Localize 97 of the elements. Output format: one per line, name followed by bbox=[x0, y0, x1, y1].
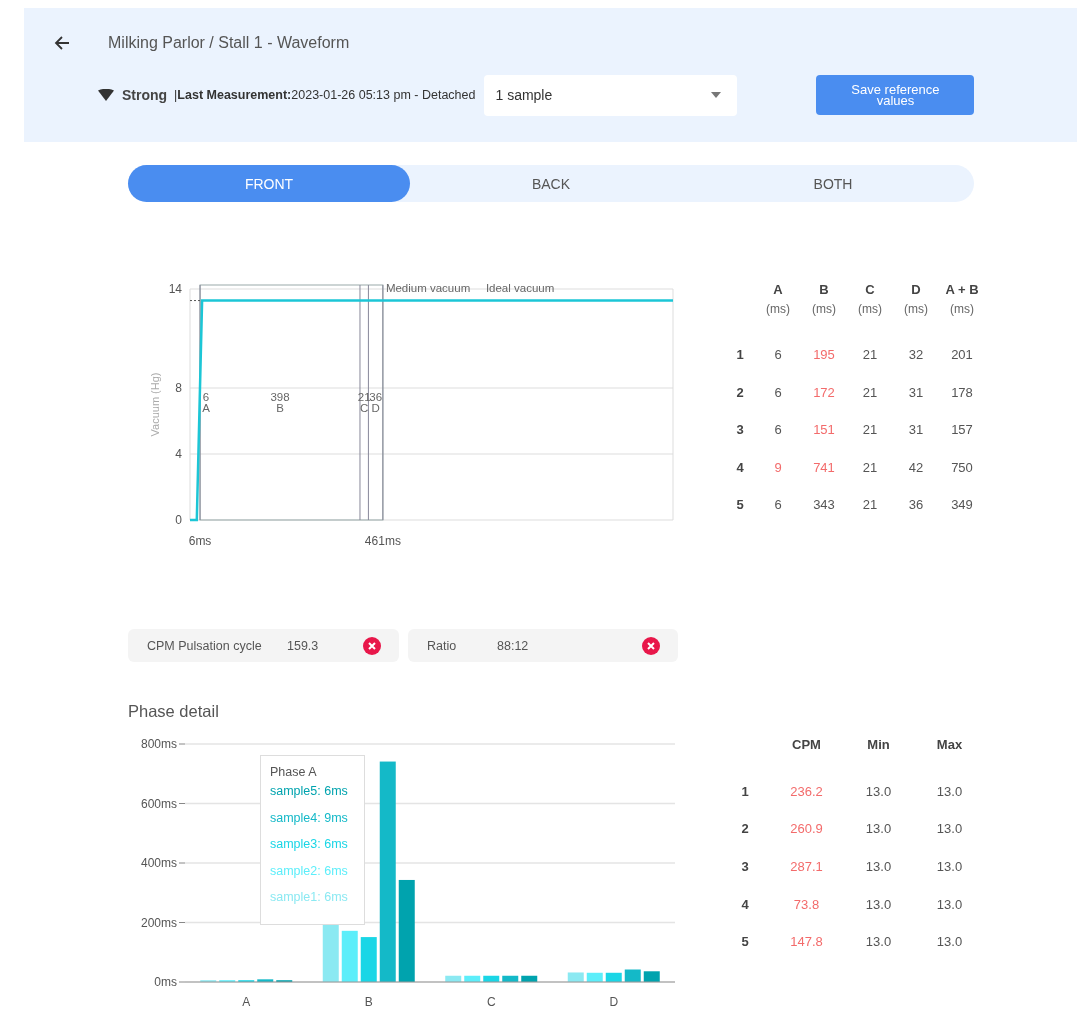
table-cell: 21 bbox=[862, 384, 878, 400]
table-cell: 750 bbox=[951, 459, 973, 475]
table-cell: 42 bbox=[908, 459, 924, 475]
column-header: Max bbox=[936, 736, 963, 754]
signal-strength: Strong bbox=[122, 87, 168, 103]
chart-annotation: C bbox=[360, 402, 369, 414]
tooltip-entry: sample4: 9ms bbox=[270, 810, 349, 827]
column-header: CPM bbox=[792, 736, 821, 754]
table-cell: 157 bbox=[951, 422, 973, 438]
row-number: 1 bbox=[741, 783, 749, 799]
y-tick-label: 200ms bbox=[140, 915, 177, 930]
column-header: A (ms) bbox=[766, 281, 790, 318]
chart-annotation: Medium vacuum bbox=[385, 282, 471, 294]
table-cell: 31 bbox=[908, 422, 924, 438]
chart-annotation: 36 bbox=[369, 391, 383, 403]
x-tick-label: C bbox=[486, 995, 496, 1009]
chart-annotation: B bbox=[276, 402, 284, 414]
table-cell: 32 bbox=[908, 347, 924, 363]
table-cell: 13.0 bbox=[865, 783, 892, 799]
table-cell: 13.0 bbox=[936, 821, 963, 837]
chart-annotation: 398 bbox=[270, 391, 290, 403]
table-cell: 6 bbox=[774, 347, 782, 363]
table-cell: 21 bbox=[862, 459, 878, 475]
metric-value: 88:12 bbox=[497, 638, 530, 653]
table-cell: 73.8 bbox=[793, 896, 820, 912]
chart-annotation: Ideal vacuum bbox=[485, 282, 555, 294]
x-tick-label: 461ms bbox=[364, 534, 401, 548]
x-tick-label: 6ms bbox=[188, 534, 212, 548]
table-cell: 9 bbox=[774, 459, 782, 475]
section-title: Phase detail bbox=[128, 702, 220, 721]
row-number: 4 bbox=[741, 896, 749, 912]
y-tick-label: 14 bbox=[168, 282, 182, 296]
table-cell: 13.0 bbox=[936, 859, 963, 875]
table-cell: 260.9 bbox=[790, 821, 823, 837]
table-cell: 13.0 bbox=[936, 783, 963, 799]
y-tick-label: 800ms bbox=[140, 737, 177, 751]
row-number: 2 bbox=[741, 821, 749, 837]
tooltip-entry: sample5: 6ms bbox=[270, 784, 349, 800]
table-cell: 6 bbox=[774, 422, 782, 438]
chart-annotation: A bbox=[202, 402, 210, 414]
tooltip-entry: sample2: 6ms bbox=[270, 863, 349, 880]
row-number: 5 bbox=[736, 497, 744, 513]
table-cell: 13.0 bbox=[865, 821, 892, 837]
table-cell: 31 bbox=[908, 384, 924, 400]
chart-annotation: D bbox=[371, 402, 380, 414]
x-tick-label: B bbox=[364, 995, 373, 1009]
row-number: 2 bbox=[736, 384, 744, 400]
table-cell: 6 bbox=[774, 384, 782, 400]
row-number: 3 bbox=[736, 422, 744, 438]
column-header: D (ms) bbox=[904, 281, 928, 318]
table-cell: 13.0 bbox=[936, 896, 963, 912]
table-cell: 236.2 bbox=[790, 783, 823, 799]
row-number: 3 bbox=[741, 859, 749, 875]
table-cell: 13.0 bbox=[865, 896, 892, 912]
x-tick-label: D bbox=[609, 995, 619, 1009]
table-cell: 21 bbox=[862, 422, 878, 438]
tooltip-entry: sample1: 6ms bbox=[270, 890, 349, 906]
y-axis-title: Vacuum (Hg) bbox=[149, 372, 161, 437]
table-cell: 172 bbox=[813, 384, 835, 400]
y-tick-label: 600ms bbox=[140, 796, 177, 811]
table-cell: 343 bbox=[813, 497, 835, 513]
tooltip-entry: sample3: 6ms bbox=[270, 837, 349, 853]
table-cell: 741 bbox=[813, 459, 835, 475]
metric-label: Ratio bbox=[427, 638, 458, 653]
table-cell: 6 bbox=[774, 497, 782, 513]
table-cell: 21 bbox=[862, 497, 878, 513]
y-tick-label: 400ms bbox=[140, 856, 177, 870]
row-number: 5 bbox=[741, 934, 749, 950]
table-cell: 147.8 bbox=[790, 934, 823, 950]
column-header: B (ms) bbox=[812, 281, 836, 318]
page-title: Milking Parlor / Stall 1 - Waveform bbox=[108, 34, 350, 52]
column-header: C (ms) bbox=[858, 281, 882, 318]
y-tick-label: 8 bbox=[175, 381, 182, 395]
y-tick-label: 0 bbox=[175, 513, 182, 527]
table-cell: 13.0 bbox=[865, 859, 892, 875]
table-cell: 349 bbox=[951, 497, 973, 513]
y-tick-label: 4 bbox=[175, 447, 182, 461]
row-number: 4 bbox=[736, 459, 744, 475]
x-tick-label: A bbox=[242, 995, 251, 1009]
table-cell: 195 bbox=[813, 347, 835, 363]
table-cell: 13.0 bbox=[936, 934, 963, 950]
metric-label: CPM Pulsation cycle bbox=[147, 638, 263, 653]
table-cell: 151 bbox=[813, 422, 835, 438]
table-cell: 201 bbox=[951, 347, 973, 363]
row-number: 1 bbox=[736, 347, 744, 363]
table-cell: 13.0 bbox=[865, 934, 892, 950]
table-cell: 287.1 bbox=[790, 859, 823, 875]
tooltip-title: Phase A bbox=[270, 765, 318, 779]
column-header: Min bbox=[867, 736, 890, 754]
chart-annotation: 6 bbox=[202, 391, 210, 403]
last-measurement: |Last Measurement:2023-01-26 05:13 pm - Detached bbox=[174, 88, 476, 102]
metric-value: 159.3 bbox=[287, 638, 320, 653]
table-cell: 178 bbox=[951, 384, 973, 400]
column-header: A + B (ms) bbox=[945, 281, 979, 318]
table-cell: 36 bbox=[908, 497, 924, 513]
table-cell: 21 bbox=[862, 347, 878, 363]
y-tick-label: 0ms bbox=[154, 975, 177, 989]
